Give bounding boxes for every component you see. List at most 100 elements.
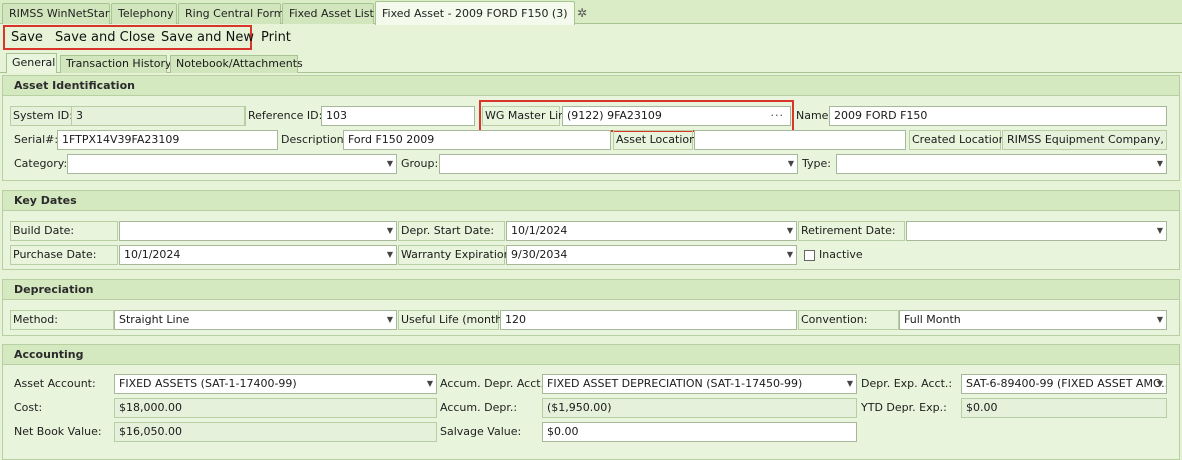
retirement-date-picker[interactable]: ▼ xyxy=(906,221,1167,241)
serial-label: Serial#: xyxy=(14,133,59,146)
cost-field: $18,000.00 xyxy=(114,398,437,418)
net-book-value-label: Net Book Value: xyxy=(14,425,102,438)
wg-master-link-value: (9122) 9FA23109 xyxy=(567,109,662,122)
save-button[interactable]: Save xyxy=(11,30,43,45)
section-header: Asset Identification xyxy=(3,76,1179,96)
depr-exp-acct-value: SAT-6-89400-99 (FIXED ASSET AMO... xyxy=(966,377,1167,390)
chevron-down-icon[interactable]: ▼ xyxy=(387,222,393,240)
net-book-value-field: $16,050.00 xyxy=(114,422,437,442)
wg-master-link-input[interactable]: (9122) 9FA23109 ··· xyxy=(562,106,791,126)
chevron-down-icon[interactable]: ▼ xyxy=(1157,375,1163,393)
type-dropdown[interactable]: ▼ xyxy=(836,154,1167,174)
chevron-down-icon[interactable]: ▼ xyxy=(847,375,853,393)
accum-depr-acct-dropdown[interactable]: FIXED ASSET DEPRECIATION (SAT-1-17450-99… xyxy=(542,374,857,394)
chevron-down-icon[interactable]: ▼ xyxy=(787,246,793,264)
created-location-label: Created Location: xyxy=(909,130,1009,150)
name-label: Name: xyxy=(796,109,833,122)
tab-label: Fixed Asset List xyxy=(289,7,374,20)
convention-dropdown[interactable]: Full Month ▼ xyxy=(899,310,1167,330)
type-label: Type: xyxy=(802,157,831,170)
description-label: Description: xyxy=(281,133,348,146)
category-dropdown[interactable]: ▼ xyxy=(67,154,397,174)
chevron-down-icon[interactable]: ▼ xyxy=(387,246,393,264)
build-date-label: Build Date: xyxy=(10,221,118,241)
tab-label: Fixed Asset - 2009 FORD F150 (3) xyxy=(382,7,568,20)
depr-start-date-picker[interactable]: 10/1/2024 ▼ xyxy=(506,221,797,241)
close-icon[interactable]: ✲ xyxy=(577,2,587,24)
depr-start-date-label: Depr. Start Date: xyxy=(398,221,505,241)
tab-ring-central-form[interactable]: Ring Central Form xyxy=(178,3,285,24)
group-label: Group: xyxy=(401,157,439,170)
purchase-date-value: 10/1/2024 xyxy=(124,248,181,261)
method-label: Method: xyxy=(10,310,114,330)
created-location-field: RIMSS Equipment Company, Inc. xyxy=(1002,130,1167,150)
description-input[interactable]: Ford F150 2009 xyxy=(343,130,611,150)
save-and-new-button[interactable]: Save and New xyxy=(161,30,254,45)
reference-id-label: Reference ID: xyxy=(248,109,323,122)
warranty-expiration-value: 9/30/2034 xyxy=(511,248,568,261)
chevron-down-icon[interactable]: ▼ xyxy=(427,375,433,393)
document-tab-strip: RIMSS WinNetStar Telephony Ring Central … xyxy=(0,0,1182,25)
accum-depr-acct-value: FIXED ASSET DEPRECIATION (SAT-1-17450-99… xyxy=(547,377,803,390)
chevron-down-icon[interactable]: ▼ xyxy=(1157,311,1163,329)
chevron-down-icon[interactable]: ▼ xyxy=(1157,222,1163,240)
category-label: Category: xyxy=(14,157,68,170)
section-header: Depreciation xyxy=(3,280,1179,300)
accum-depr-acct-label: Accum. Depr. Acct.: xyxy=(440,377,548,390)
tab-label: Notebook/Attachments xyxy=(176,57,303,70)
tab-label: RIMSS WinNetStar xyxy=(9,7,110,20)
tab-telephony[interactable]: Telephony xyxy=(111,3,177,24)
tab-fixed-asset-list[interactable]: Fixed Asset List xyxy=(282,3,374,24)
tab-label: Telephony xyxy=(118,7,174,20)
tab-notebook-attachments[interactable]: Notebook/Attachments xyxy=(170,55,303,73)
depr-exp-acct-label: Depr. Exp. Acct.: xyxy=(861,377,953,390)
group-dropdown[interactable]: ▼ xyxy=(439,154,798,174)
convention-label: Convention: xyxy=(798,310,899,330)
inactive-checkbox[interactable] xyxy=(804,250,815,261)
purchase-date-label: Purchase Date: xyxy=(10,245,118,265)
chevron-down-icon[interactable]: ▼ xyxy=(788,155,794,173)
system-id-field: 3 xyxy=(71,106,245,126)
inactive-label: Inactive xyxy=(819,248,863,261)
form-tab-strip: General Transaction History Notebook/Att… xyxy=(0,53,1182,73)
save-and-close-button[interactable]: Save and Close xyxy=(55,30,155,45)
salvage-value-input[interactable]: $0.00 xyxy=(542,422,857,442)
asset-location-input[interactable] xyxy=(694,130,906,150)
browse-ellipsis-icon[interactable]: ··· xyxy=(771,107,785,125)
tab-label: Ring Central Form xyxy=(185,7,285,20)
purchase-date-picker[interactable]: 10/1/2024 ▼ xyxy=(119,245,397,265)
tab-transaction-history[interactable]: Transaction History xyxy=(60,55,172,73)
wg-master-link-label: WG Master Link xyxy=(482,106,572,126)
toolbar: Save Save and Close Save and New Print xyxy=(0,25,1182,53)
section-header: Key Dates xyxy=(3,191,1179,211)
accum-depr-field: ($1,950.00) xyxy=(542,398,857,418)
chevron-down-icon[interactable]: ▼ xyxy=(387,311,393,329)
build-date-picker[interactable]: ▼ xyxy=(119,221,397,241)
print-button[interactable]: Print xyxy=(261,30,291,45)
asset-account-label: Asset Account: xyxy=(14,377,96,390)
depr-start-date-value: 10/1/2024 xyxy=(511,224,568,237)
method-dropdown[interactable]: Straight Line ▼ xyxy=(114,310,397,330)
method-value: Straight Line xyxy=(119,313,190,326)
tab-fixed-asset-2009-ford[interactable]: Fixed Asset - 2009 FORD F150 (3) ✲ xyxy=(375,1,587,25)
warranty-expiration-picker[interactable]: 9/30/2034 ▼ xyxy=(506,245,797,265)
asset-account-value: FIXED ASSETS (SAT-1-17400-99) xyxy=(119,377,297,390)
reference-id-input[interactable]: 103 xyxy=(321,106,475,126)
chevron-down-icon[interactable]: ▼ xyxy=(387,155,393,173)
ytd-depr-exp-label: YTD Depr. Exp.: xyxy=(861,401,947,414)
convention-value: Full Month xyxy=(904,313,961,326)
tab-rimss-winnetstar[interactable]: RIMSS WinNetStar xyxy=(2,3,110,24)
asset-account-dropdown[interactable]: FIXED ASSETS (SAT-1-17400-99) ▼ xyxy=(114,374,437,394)
chevron-down-icon[interactable]: ▼ xyxy=(1157,155,1163,173)
depr-exp-acct-dropdown[interactable]: SAT-6-89400-99 (FIXED ASSET AMO... ▼ xyxy=(961,374,1167,394)
retirement-date-label: Retirement Date: xyxy=(798,221,905,241)
tab-general[interactable]: General xyxy=(6,53,57,73)
chevron-down-icon[interactable]: ▼ xyxy=(787,222,793,240)
salvage-value-label: Salvage Value: xyxy=(440,425,522,438)
name-input[interactable]: 2009 FORD F150 xyxy=(829,106,1167,126)
useful-life-input[interactable]: 120 xyxy=(500,310,797,330)
serial-input[interactable]: 1FTPX14V39FA23109 xyxy=(57,130,278,150)
tab-label: General xyxy=(12,56,56,69)
useful-life-label: Useful Life (months) xyxy=(398,310,512,330)
cost-label: Cost: xyxy=(14,401,43,414)
